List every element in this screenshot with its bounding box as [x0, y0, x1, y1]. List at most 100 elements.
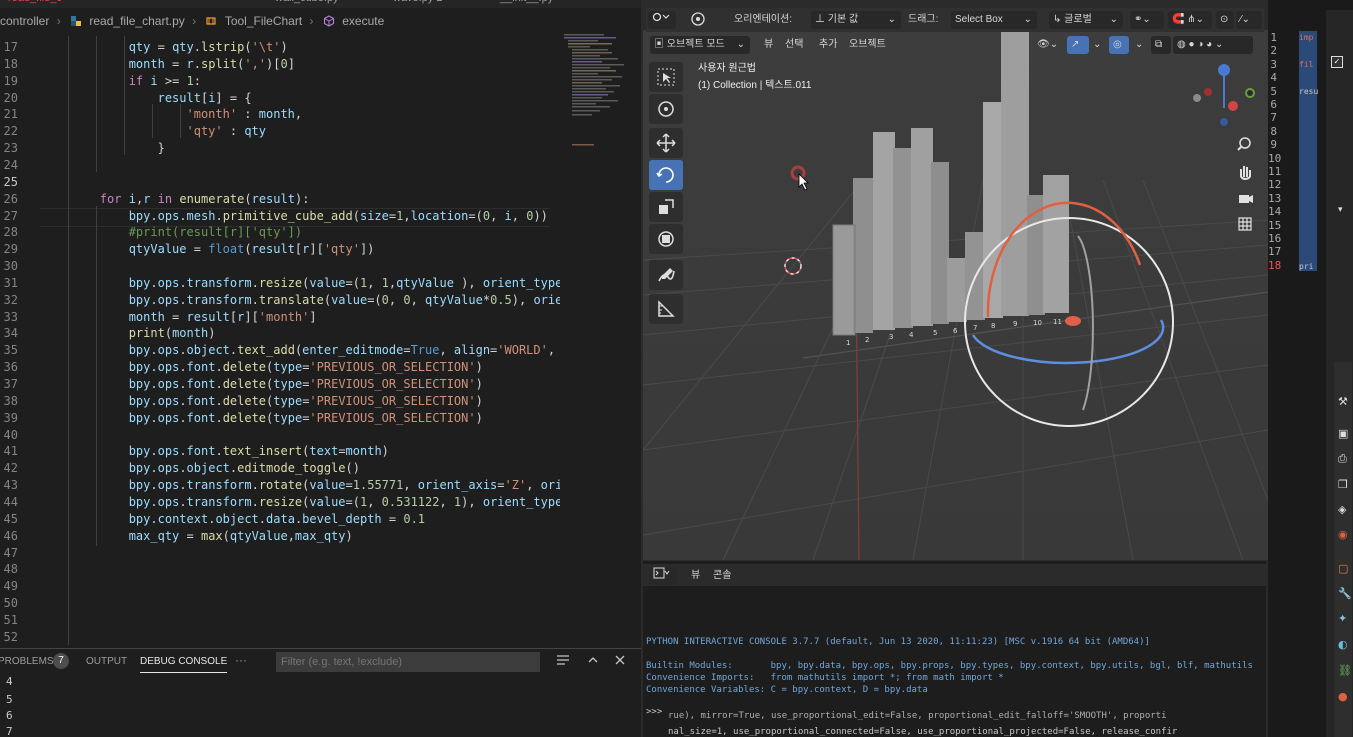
- view-layer-icon[interactable]: ❐: [1338, 478, 1348, 491]
- code-line[interactable]: 49: [0, 578, 560, 595]
- menu-console[interactable]: 콘솔: [713, 567, 731, 585]
- breadcrumb-method[interactable]: execute: [342, 14, 384, 28]
- transform-tool-icon[interactable]: [686, 11, 708, 29]
- particles-properties-icon[interactable]: ✦: [1338, 612, 1347, 625]
- python-console[interactable]: 뷰 콘솔 PYTHON INTERACTIVE CONSOLE 3.7.7 (d…: [643, 561, 1266, 737]
- proportional-edit-toggle[interactable]: ⊙: [1216, 11, 1234, 29]
- tool-properties-icon[interactable]: ⚒: [1338, 395, 1348, 408]
- constraint-properties-icon[interactable]: ⛓: [1338, 664, 1352, 677]
- selected-text-object[interactable]: [1065, 316, 1081, 326]
- more-actions-icon[interactable]: ···: [235, 653, 247, 667]
- snap-dropdown[interactable]: 🧲 ⋔⌄: [1168, 11, 1212, 29]
- code-line[interactable]: 23 }: [0, 140, 560, 157]
- editor-type-dropdown[interactable]: [649, 567, 677, 585]
- menu-view[interactable]: 뷰: [764, 36, 773, 54]
- code-line[interactable]: 40: [0, 427, 560, 444]
- scene-properties-icon[interactable]: ◈: [1338, 503, 1346, 516]
- code-line[interactable]: 32 bpy.ops.transform.translate(value=(0,…: [0, 292, 560, 309]
- shading-mode-buttons[interactable]: ◍ ● ◑ ◕ ⌄: [1173, 36, 1253, 54]
- code-line[interactable]: 38 bpy.ops.font.delete(type='PREVIOUS_OR…: [0, 393, 560, 410]
- tab-read-file-chart[interactable]: read_file_c: [8, 0, 62, 8]
- scale-tool-button[interactable]: [649, 192, 683, 222]
- code-line[interactable]: 47: [0, 545, 560, 562]
- code-line[interactable]: 39 bpy.ops.font.delete(type='PREVIOUS_OR…: [0, 410, 560, 427]
- breadcrumb-class[interactable]: Tool_FileChart: [225, 14, 302, 28]
- code-line[interactable]: 30: [0, 258, 560, 275]
- code-line[interactable]: 25: [0, 174, 560, 191]
- tab-problems[interactable]: PROBLEMS: [0, 656, 54, 667]
- minimap[interactable]: [560, 30, 630, 160]
- render-properties-icon[interactable]: ▣: [1338, 427, 1348, 440]
- xray-toggle-icon[interactable]: ⧉: [1151, 36, 1171, 54]
- code-line[interactable]: 42 bpy.ops.object.editmode_toggle(): [0, 460, 560, 477]
- code-line[interactable]: 37 bpy.ops.font.delete(type='PREVIOUS_OR…: [0, 376, 560, 393]
- code-line[interactable]: 50: [0, 595, 560, 612]
- menu-object[interactable]: 오브젝트: [849, 36, 886, 54]
- code-line[interactable]: 45 bpy.context.object.data.bevel_depth =…: [0, 511, 560, 528]
- menu-add[interactable]: 추가: [819, 36, 837, 54]
- editor-scrollbar[interactable]: [632, 30, 641, 642]
- code-line[interactable]: 34 print(month): [0, 325, 560, 342]
- code-line[interactable]: 21 'month' : month,: [0, 106, 560, 123]
- menu-select[interactable]: 선택: [785, 36, 803, 54]
- code-line[interactable]: 17 qty = qty.lstrip('\t'): [0, 39, 560, 56]
- drag-dropdown[interactable]: Select Box ⌄: [951, 11, 1037, 29]
- code-line[interactable]: 29 qtyValue = float(result[r]['qty']): [0, 241, 560, 258]
- gizmo-toggle-icon[interactable]: ↗: [1067, 36, 1089, 54]
- code-line[interactable]: 46 max_qty = max(qtyValue,max_qty): [0, 528, 560, 545]
- code-line[interactable]: 22 'qty' : qty: [0, 123, 560, 140]
- breadcrumb-file[interactable]: read_file_chart.py: [89, 14, 184, 28]
- code-line[interactable]: 51: [0, 612, 560, 629]
- breadcrumb-folder[interactable]: controller: [0, 14, 49, 28]
- code-line[interactable]: 33 month = result[r]['month']: [0, 309, 560, 326]
- code-line[interactable]: 24: [0, 157, 560, 174]
- code-line[interactable]: 41 bpy.ops.font.text_insert(text=month): [0, 443, 560, 460]
- tab-init[interactable]: __init__.py: [500, 0, 553, 8]
- camera-icon[interactable]: [1239, 195, 1253, 203]
- code-line[interactable]: 43 bpy.ops.transform.rotate(value=1.5577…: [0, 477, 560, 494]
- code-line[interactable]: 44 bpy.ops.transform.resize(value=(1, 0.…: [0, 494, 560, 511]
- code-editor[interactable]: 17 qty = qty.lstrip('\t') 18 month = r.sp…: [0, 36, 560, 645]
- clear-console-icon[interactable]: [556, 654, 570, 669]
- world-properties-icon[interactable]: ◉: [1338, 528, 1348, 541]
- chevron-down-icon[interactable]: ▾: [1338, 205, 1343, 215]
- code-line[interactable]: 20 result[i] = {: [0, 90, 560, 107]
- transform-tool-button[interactable]: [649, 224, 683, 254]
- console-prompt[interactable]: >>>: [646, 707, 662, 717]
- chevron-down-icon[interactable]: ⌄: [1089, 36, 1103, 54]
- 3d-viewport[interactable]: 1 2 3 4 5 6 7 8 9 10 11: [643, 30, 1268, 560]
- transform-orientation-dropdown[interactable]: ↳ 글로벌 ⌄: [1049, 11, 1123, 29]
- material-properties-icon[interactable]: ●: [1338, 690, 1348, 703]
- annotate-tool-button[interactable]: [649, 260, 683, 290]
- code-line[interactable]: 35 bpy.ops.object.text_add(enter_editmod…: [0, 342, 560, 359]
- physics-properties-icon[interactable]: ◐: [1338, 638, 1348, 651]
- tab-wave[interactable]: wave.py 2: [393, 0, 443, 8]
- code-line[interactable]: 31 bpy.ops.transform.resize(value=(1, 1,…: [0, 275, 560, 292]
- debug-console-filter-input[interactable]: [276, 652, 540, 672]
- pivot-point-dropdown[interactable]: ⚭⌄: [1130, 11, 1164, 29]
- tab-wall-cube[interactable]: wall_cube.py: [275, 0, 339, 8]
- chevron-down-icon[interactable]: ⌄: [1131, 36, 1145, 54]
- output-properties-icon[interactable]: ⎙: [1338, 452, 1347, 466]
- menu-console-view[interactable]: 뷰: [691, 567, 700, 585]
- tab-debug-console[interactable]: DEBUG CONSOLE: [140, 656, 228, 673]
- tab-output[interactable]: OUTPUT: [86, 656, 127, 667]
- rotate-tool-button[interactable]: [649, 160, 683, 190]
- editor-type-dropdown[interactable]: [648, 11, 676, 29]
- falloff-dropdown[interactable]: ⁄⌄: [1236, 11, 1262, 29]
- chevron-up-icon[interactable]: [587, 654, 599, 669]
- code-line[interactable]: 26 for i,r in enumerate(result):: [0, 191, 560, 208]
- orientation-dropdown[interactable]: ⊥ 기본 값 ⌄: [811, 11, 901, 29]
- select-tool-button[interactable]: [649, 62, 683, 92]
- checkbox-icon[interactable]: ✓: [1331, 56, 1343, 68]
- code-line[interactable]: 48: [0, 561, 560, 578]
- cursor-tool-button[interactable]: [649, 94, 683, 124]
- code-line[interactable]: 19 if i >= 1:: [0, 73, 560, 90]
- close-panel-icon[interactable]: [614, 654, 626, 669]
- code-line[interactable]: 27 bpy.ops.mesh.primitive_cube_add(size=…: [0, 208, 560, 225]
- code-line[interactable]: 52: [0, 629, 560, 645]
- visibility-eye-icon[interactable]: 👁⌄: [1033, 36, 1065, 54]
- object-properties-icon[interactable]: ▢: [1338, 562, 1348, 575]
- code-line[interactable]: 36 bpy.ops.font.delete(type='PREVIOUS_OR…: [0, 359, 560, 376]
- overlay-toggle-icon[interactable]: ◎: [1109, 36, 1129, 54]
